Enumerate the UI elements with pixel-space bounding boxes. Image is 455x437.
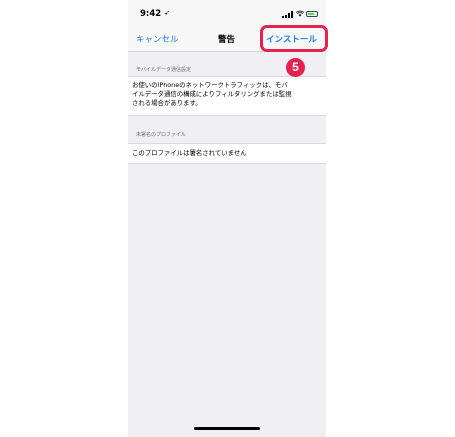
warning-line-3: される場合があります。: [132, 99, 202, 107]
home-indicator[interactable]: [194, 427, 260, 430]
page-title: 警告: [218, 35, 236, 45]
cancel-button[interactable]: キャンセル: [136, 33, 179, 45]
install-highlight-frame: [260, 25, 328, 52]
status-time: 9:42: [140, 9, 162, 19]
unsigned-profile-cell: このプロファイルは署名されていません: [128, 143, 326, 164]
warning-line-2: イルデータ通信の構成によりフィルタリングまたは監視: [132, 90, 292, 98]
battery-icon: [306, 11, 318, 17]
status-bar: 9:42 ➶: [128, 0, 326, 26]
warning-line-1: お使いのiPhoneのネットワークトラフィックは、モバ: [132, 81, 288, 89]
mobile-data-warning-cell: お使いのiPhoneのネットワークトラフィックは、モバ イルデータ通信の構成によ…: [128, 76, 326, 116]
unsigned-profile-text: このプロファイルは署名されていません: [132, 149, 247, 157]
section-header-mobile-data: モバイルデータ通信設定: [136, 67, 192, 73]
step-number-badge: 5: [286, 58, 305, 77]
location-arrow-icon: ➶: [164, 9, 170, 17]
wifi-icon: [296, 10, 304, 17]
cellular-signal-icon: [282, 11, 294, 18]
section-header-unsigned: 未署名のプロファイル: [136, 132, 187, 138]
